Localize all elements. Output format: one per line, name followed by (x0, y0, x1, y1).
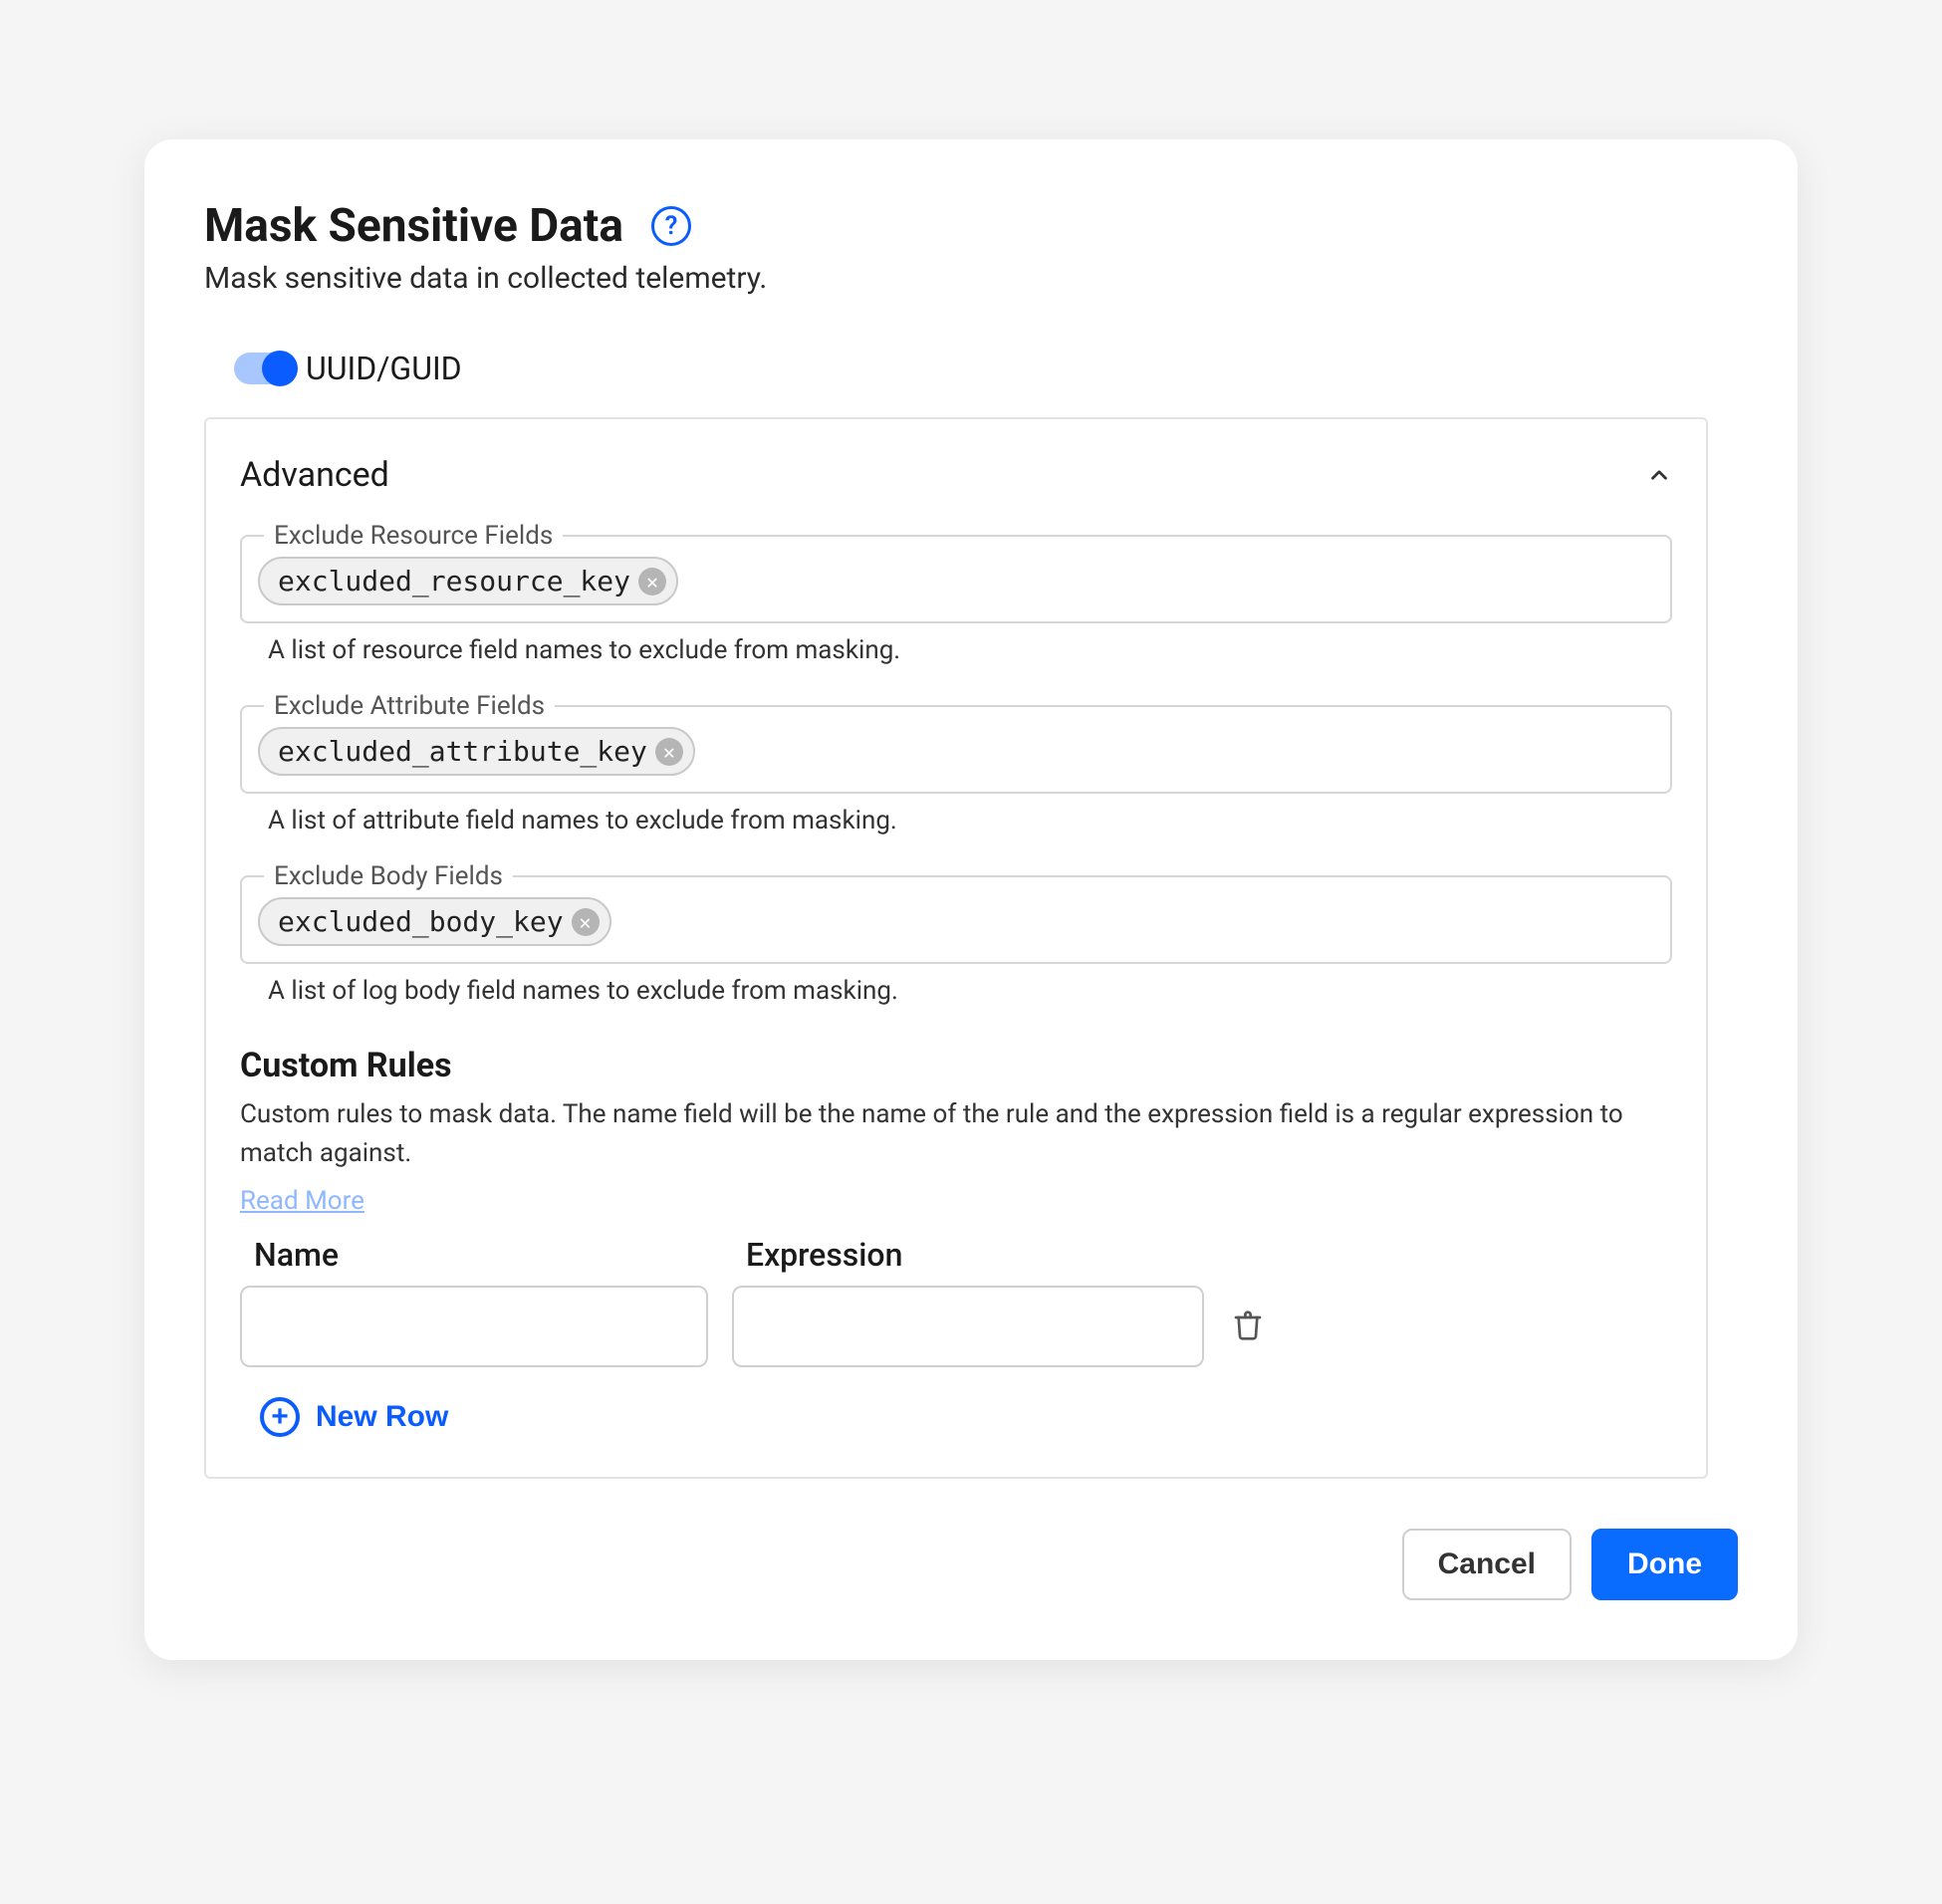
exclude-attribute-label: Exclude Attribute Fields (264, 691, 555, 721)
remove-chip-icon[interactable]: ✕ (638, 568, 666, 595)
custom-rule-row (240, 1286, 1672, 1367)
exclude-body-chip-text: excluded_body_key (278, 905, 564, 938)
rule-expression-input[interactable] (732, 1286, 1204, 1367)
done-button[interactable]: Done (1591, 1529, 1738, 1600)
exclude-attribute-help: A list of attribute field names to exclu… (268, 806, 1672, 835)
dialog-subtitle: Mask sensitive data in collected telemet… (204, 261, 1738, 296)
exclude-resource-fieldset[interactable]: Exclude Resource Fields excluded_resourc… (240, 535, 1672, 623)
dialog-scroll-area[interactable]: UUID/GUID Advanced Exclude Resource Fiel… (204, 336, 1738, 1489)
plus-circle-icon: + (260, 1397, 300, 1437)
exclude-body-chip: excluded_body_key ✕ (258, 897, 611, 946)
advanced-panel-title: Advanced (240, 455, 389, 495)
remove-chip-icon[interactable]: ✕ (572, 908, 600, 936)
exclude-resource-label: Exclude Resource Fields (264, 521, 563, 551)
new-row-button[interactable]: + New Row (240, 1397, 448, 1437)
custom-rules-headers: Name Expression (240, 1236, 1672, 1274)
advanced-panel: Advanced Exclude Resource Fields exclude… (204, 417, 1708, 1479)
delete-row-button[interactable] (1228, 1307, 1268, 1346)
custom-rules-description: Custom rules to mask data. The name fiel… (240, 1095, 1672, 1173)
exclude-resource-chip: excluded_resource_key ✕ (258, 557, 678, 605)
exclude-attribute-fieldset[interactable]: Exclude Attribute Fields excluded_attrib… (240, 705, 1672, 794)
uuid-guid-toggle-label: UUID/GUID (306, 350, 462, 387)
remove-chip-icon[interactable]: ✕ (655, 738, 683, 766)
custom-rules-title: Custom Rules (240, 1046, 1672, 1085)
mask-sensitive-data-dialog: Mask Sensitive Data ? Mask sensitive dat… (144, 139, 1798, 1660)
uuid-guid-toggle-row: UUID/GUID (204, 336, 1708, 417)
column-header-name: Name (254, 1236, 722, 1274)
new-row-label: New Row (316, 1400, 448, 1434)
help-icon[interactable]: ? (651, 206, 691, 246)
cancel-button[interactable]: Cancel (1402, 1529, 1572, 1600)
exclude-attribute-chip-text: excluded_attribute_key (278, 735, 647, 768)
dialog-footer: Cancel Done (204, 1529, 1738, 1600)
advanced-panel-header[interactable]: Advanced (240, 455, 1672, 495)
dialog-header: Mask Sensitive Data ? (204, 199, 1738, 253)
exclude-body-help: A list of log body field names to exclud… (268, 976, 1672, 1006)
chevron-up-icon (1646, 462, 1672, 488)
column-header-expression: Expression (746, 1236, 1214, 1274)
rule-name-input[interactable] (240, 1286, 708, 1367)
dialog-title: Mask Sensitive Data (204, 199, 623, 253)
exclude-body-fieldset[interactable]: Exclude Body Fields excluded_body_key ✕ (240, 875, 1672, 964)
exclude-body-label: Exclude Body Fields (264, 861, 513, 891)
exclude-resource-help: A list of resource field names to exclud… (268, 635, 1672, 665)
trash-icon (1232, 1309, 1264, 1344)
uuid-guid-toggle[interactable] (234, 353, 296, 384)
read-more-link[interactable]: Read More (240, 1186, 364, 1216)
exclude-attribute-chip: excluded_attribute_key ✕ (258, 727, 695, 776)
exclude-resource-chip-text: excluded_resource_key (278, 565, 630, 597)
